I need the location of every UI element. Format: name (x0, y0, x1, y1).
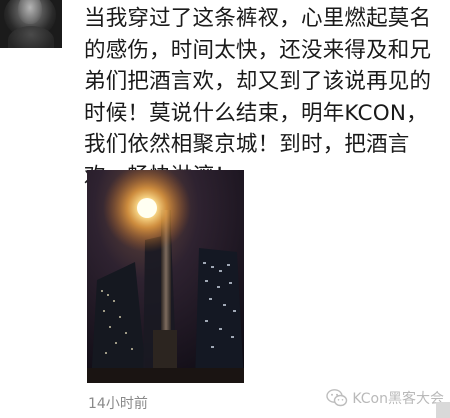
wechat-icon (326, 389, 348, 407)
corner-block (436, 402, 450, 418)
watermark-text: KCon黑客大会 (352, 391, 444, 407)
avatar-face (18, 0, 42, 24)
post-photo[interactable] (87, 170, 244, 383)
avatar-shoulders (8, 26, 54, 48)
avatar[interactable] (0, 0, 62, 48)
post-text: 当我穿过了这条裤衩，心里燃起莫名的感伤，时间太快，还没来得及和兄弟们把酒言欢，却… (84, 6, 432, 189)
watermark: KCon黑客大会 (326, 388, 444, 408)
post-timestamp: 14小时前 (88, 396, 148, 412)
night-cityscape-photo (87, 170, 244, 383)
